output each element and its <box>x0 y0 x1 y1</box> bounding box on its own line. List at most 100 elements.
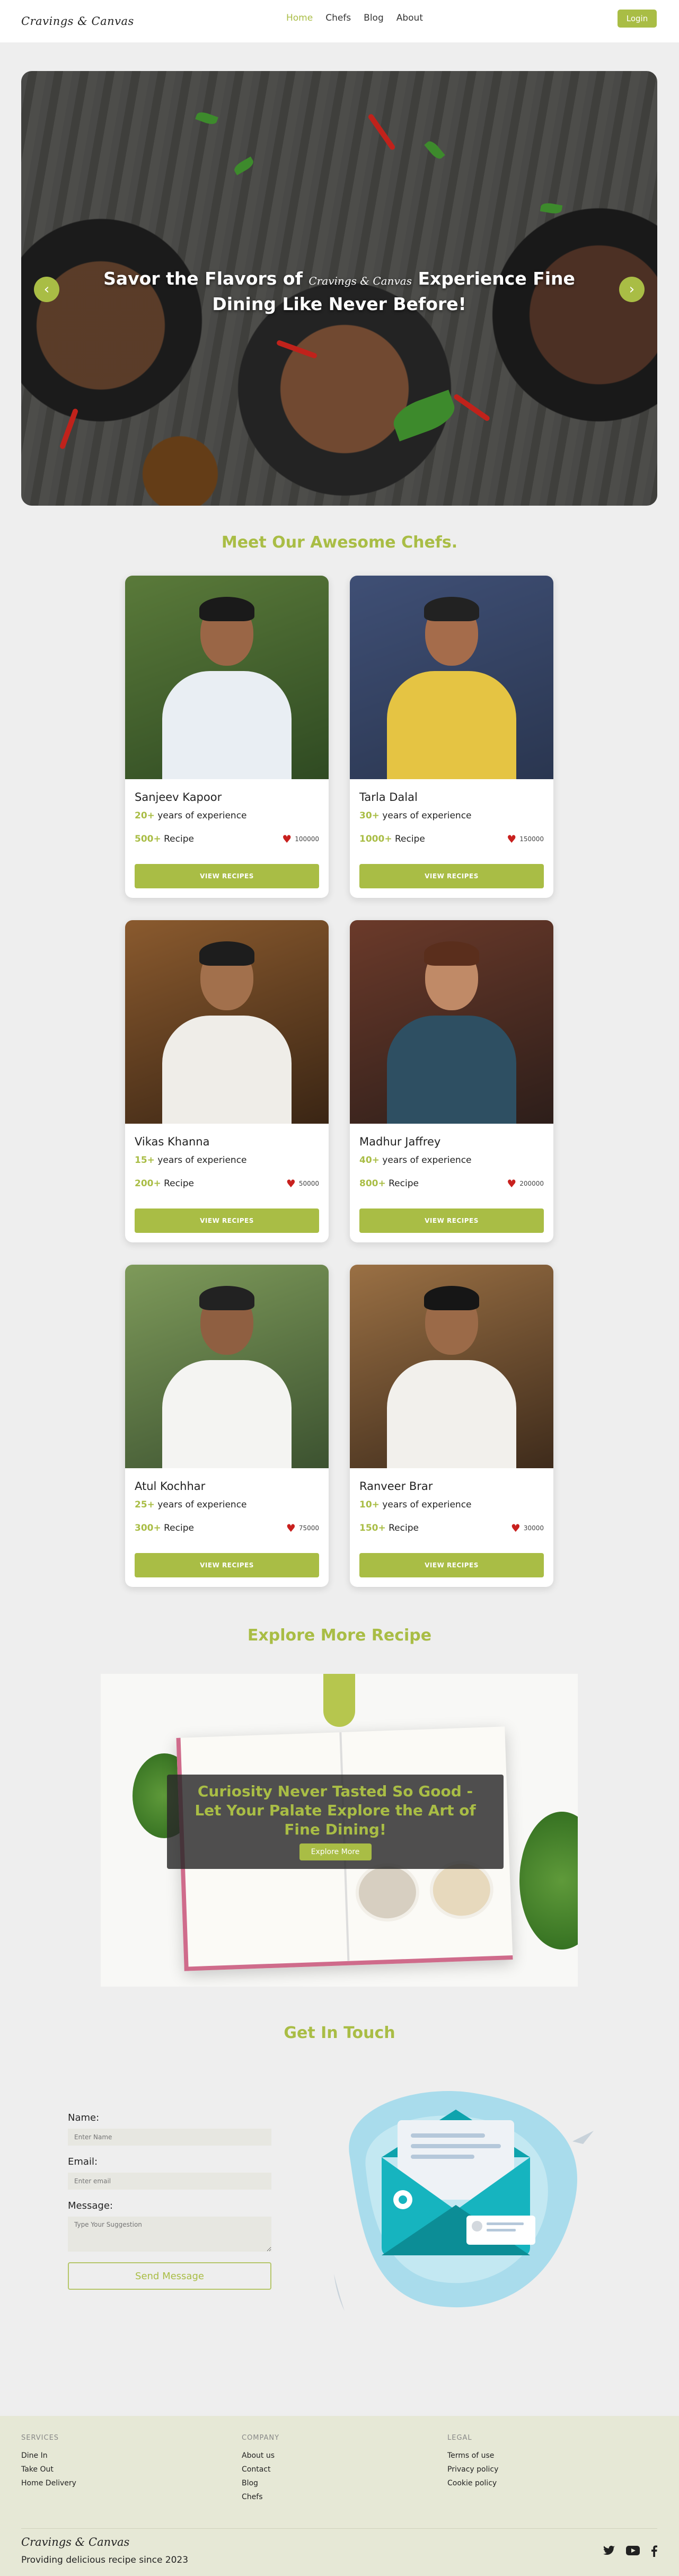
footer-link-home-delivery[interactable]: Home Delivery <box>21 2479 76 2487</box>
brand-logo[interactable]: Cravings & Canvas <box>21 15 134 28</box>
dish-image <box>355 1862 420 1923</box>
footer-link-blog[interactable]: Blog <box>242 2479 279 2487</box>
site-footer: SERVICES Dine In Take Out Home Delivery … <box>0 2416 679 2576</box>
view-recipes-button[interactable]: VIEW RECIPES <box>135 1208 319 1233</box>
view-recipes-button[interactable]: VIEW RECIPES <box>135 864 319 888</box>
chef-recipe-count: 1000+ Recipe <box>359 834 425 844</box>
chef-photo <box>125 576 329 779</box>
footer-company: COMPANY About us Contact Blog Chefs <box>242 2434 279 2507</box>
herb-leaf <box>195 110 218 127</box>
chef-experience: 25+ years of experience <box>135 1499 247 1510</box>
main-nav: Home Chefs Blog About <box>286 13 423 23</box>
herb-leaf <box>540 201 563 215</box>
heart-icon[interactable]: ♥ <box>286 1523 296 1533</box>
view-recipes-button[interactable]: VIEW RECIPES <box>359 864 544 888</box>
chef-recipe-count: 150+ Recipe <box>359 1523 419 1533</box>
chef-photo <box>125 920 329 1124</box>
chef-likes: ♥ 50000 <box>286 1177 319 1190</box>
site-header: Cravings & Canvas Home Chefs Blog About … <box>0 0 679 42</box>
footer-link-chefs[interactable]: Chefs <box>242 2493 279 2501</box>
hero-title-start: Savor the Flavors of <box>103 268 303 289</box>
carousel-prev-button[interactable]: ‹ <box>34 277 59 302</box>
chef-photo <box>350 576 553 779</box>
footer-link-terms[interactable]: Terms of use <box>447 2451 498 2460</box>
message-label: Message: <box>68 2200 113 2211</box>
facebook-icon[interactable] <box>650 2545 658 2557</box>
chef-experience: 10+ years of experience <box>359 1499 472 1510</box>
nav-item-chefs[interactable]: Chefs <box>325 13 351 23</box>
chef-card: Sanjeev Kapoor 20+ years of experience 500… <box>125 576 329 898</box>
chef-name: Vikas Khanna <box>135 1135 210 1148</box>
chef-photo <box>350 1265 553 1468</box>
send-message-button[interactable]: Send Message <box>68 2262 271 2290</box>
chef-experience: 20+ years of experience <box>135 810 247 821</box>
footer-link-take-out[interactable]: Take Out <box>21 2465 76 2474</box>
chef-experience: 40+ years of experience <box>359 1155 472 1166</box>
herb-leaf <box>424 138 445 162</box>
footer-legal-heading: LEGAL <box>447 2434 472 2442</box>
chef-name: Atul Kochhar <box>135 1480 206 1493</box>
red-chili <box>367 113 396 151</box>
red-chili <box>59 408 79 450</box>
footer-services-heading: SERVICES <box>21 2434 59 2442</box>
view-recipes-button[interactable]: VIEW RECIPES <box>359 1553 544 1577</box>
chef-recipe-count: 500+ Recipe <box>135 834 194 844</box>
chef-recipe-count: 200+ Recipe <box>135 1178 194 1189</box>
footer-divider <box>21 2528 657 2529</box>
chef-photo <box>350 920 553 1124</box>
nav-item-home[interactable]: Home <box>286 13 313 23</box>
carousel-next-button[interactable]: › <box>619 277 645 302</box>
heart-icon[interactable]: ♥ <box>282 834 292 844</box>
twitter-icon[interactable] <box>603 2545 615 2557</box>
heart-icon[interactable]: ♥ <box>511 1523 521 1533</box>
chevron-right-icon: › <box>629 281 635 297</box>
footer-brand-logo: Cravings & Canvas <box>21 2536 130 2548</box>
hero-carousel: Savor the Flavors of Cravings & Canvas E… <box>21 71 657 506</box>
chef-card: Madhur Jaffrey 40+ years of experience 800… <box>350 920 553 1242</box>
explore-section-title: Explore More Recipe <box>247 1626 432 1645</box>
chef-card: Vikas Khanna 15+ years of experience 200+ … <box>125 920 329 1242</box>
view-recipes-button[interactable]: VIEW RECIPES <box>359 1208 544 1233</box>
heart-icon[interactable]: ♥ <box>507 1178 516 1189</box>
footer-services: SERVICES Dine In Take Out Home Delivery <box>21 2434 76 2493</box>
footer-link-privacy[interactable]: Privacy policy <box>447 2465 498 2474</box>
email-field[interactable] <box>68 2173 271 2190</box>
social-links <box>603 2545 658 2557</box>
footer-link-dine-in[interactable]: Dine In <box>21 2451 76 2460</box>
contact-form: Name: Email: Message: Send Message <box>68 2112 271 2290</box>
chef-card: Tarla Dalal 30+ years of experience 1000+ … <box>350 576 553 898</box>
nav-item-about[interactable]: About <box>396 13 423 23</box>
footer-link-contact[interactable]: Contact <box>242 2465 279 2474</box>
footer-link-cookie[interactable]: Cookie policy <box>447 2479 498 2487</box>
footer-company-heading: COMPANY <box>242 2434 280 2442</box>
greens-garnish <box>519 1812 578 1949</box>
view-recipes-button[interactable]: VIEW RECIPES <box>135 1553 319 1577</box>
chef-likes: ♥ 150000 <box>507 833 544 845</box>
chef-likes: ♥ 200000 <box>507 1177 544 1190</box>
chef-name: Sanjeev Kapoor <box>135 791 222 804</box>
footer-link-about[interactable]: About us <box>242 2451 279 2460</box>
hero-title: Savor the Flavors of Cravings & Canvas E… <box>21 267 657 316</box>
name-field[interactable] <box>68 2129 271 2146</box>
youtube-icon[interactable] <box>626 2545 640 2556</box>
chef-photo <box>125 1265 329 1468</box>
email-label: Email: <box>68 2156 98 2167</box>
envelope-illustration <box>334 2091 594 2311</box>
nav-item-blog[interactable]: Blog <box>364 13 384 23</box>
heart-icon[interactable]: ♥ <box>507 834 516 844</box>
login-button[interactable]: Login <box>618 10 657 28</box>
chef-name: Ranveer Brar <box>359 1480 433 1493</box>
chef-name: Tarla Dalal <box>359 791 418 804</box>
heart-icon[interactable]: ♥ <box>286 1178 296 1189</box>
explore-overlay: Curiosity Never Tasted So Good - Let You… <box>167 1775 504 1869</box>
message-field[interactable] <box>68 2217 271 2252</box>
red-chili <box>453 393 491 422</box>
contact-section-title: Get In Touch <box>284 2024 395 2042</box>
chefs-section-title: Meet Our Awesome Chefs. <box>221 533 458 552</box>
explore-more-button[interactable]: Explore More <box>299 1843 372 1860</box>
hero-title-brand: Cravings & Canvas <box>308 275 412 287</box>
chef-recipe-count: 800+ Recipe <box>359 1178 419 1189</box>
herb-leaf <box>232 156 255 175</box>
chef-likes: ♥ 100000 <box>282 833 319 845</box>
chef-card: Atul Kochhar 25+ years of experience 300+ … <box>125 1265 329 1587</box>
